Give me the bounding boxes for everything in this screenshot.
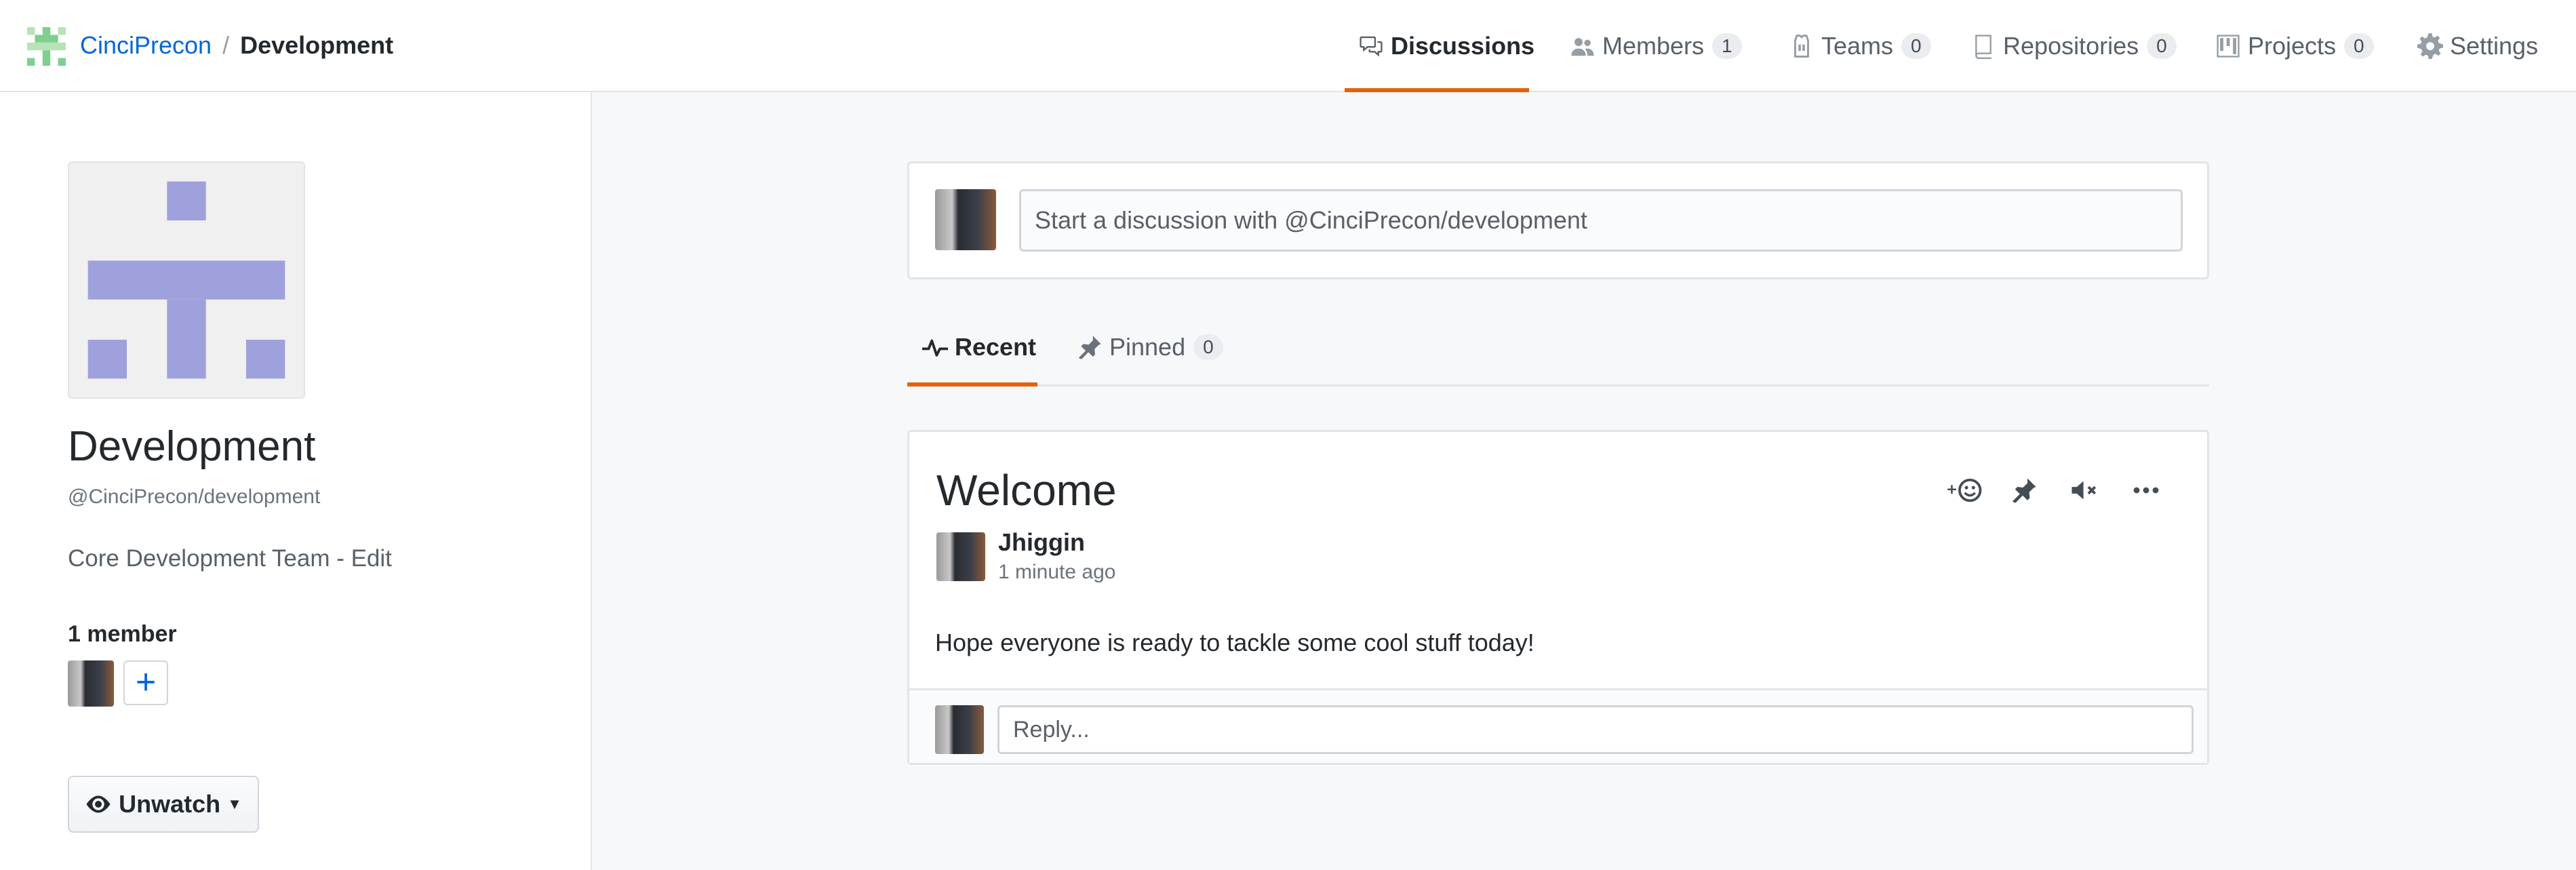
team-breadcrumb: Development [240,31,394,59]
gear-icon [2417,33,2443,59]
discussions-main: Start a discussion with @CinciPrecon/dev… [592,92,2576,870]
caret-down-icon: ▼ [227,795,242,812]
breadcrumb: CinciPrecon / Development [80,30,393,61]
tab-settings-label: Settings [2450,32,2539,60]
teams-counter: 0 [1901,33,1931,59]
tab-settings[interactable]: Settings [2417,0,2538,92]
team-header: CinciPrecon / Development Discussions Memb… [0,0,2576,92]
pinned-counter: 0 [1193,334,1223,360]
tab-repositories-label: Repositories [2003,32,2139,60]
discussion-tabs: Recent Pinned 0 [907,308,2209,387]
member-avatar[interactable] [68,660,114,707]
reply-bar: Reply... [909,688,2207,763]
tab-projects[interactable]: Projects 0 [2215,0,2374,92]
pin-icon [1079,336,1101,359]
tab-discussions[interactable]: Discussions [1358,0,1534,92]
start-discussion-input[interactable]: Start a discussion with @CinciPrecon/dev… [1019,189,2183,252]
user-avatar [935,189,996,250]
discussion-post: Welcome Jhiggin 1 minute ago Hope everyo… [907,430,2209,765]
ellipsis-icon[interactable] [2127,471,2165,509]
pulse-icon [922,339,948,357]
people-icon [1571,38,1594,56]
new-discussion-composer: Start a discussion with @CinciPrecon/dev… [907,161,2209,279]
repositories-counter: 0 [2147,33,2177,59]
tab-pinned-label: Pinned [1109,333,1186,361]
repo-icon [1975,35,1992,59]
eye-icon [86,795,111,813]
tab-repositories[interactable]: Repositories 0 [1970,0,2177,92]
projects-counter: 0 [2344,33,2374,59]
breadcrumb-separator: / [222,31,230,59]
user-avatar [935,705,984,754]
tab-projects-label: Projects [2248,32,2337,60]
active-tab-indicator [907,382,1037,387]
team-name: Development [68,423,316,470]
tab-teams-label: Teams [1821,32,1894,60]
unwatch-label: Unwatch [119,790,221,818]
team-identicon-icon [68,161,305,399]
add-member-button[interactable]: + [123,660,168,705]
member-count[interactable]: 1 member [68,621,177,648]
post-body: Hope everyone is ready to tackle some co… [935,629,1534,656]
add-reaction-icon[interactable] [1944,471,1982,509]
pin-icon[interactable] [2005,471,2043,509]
tab-teams[interactable]: Teams 0 [1789,0,1931,92]
jersey-icon [1794,35,1809,58]
author-avatar[interactable] [936,532,985,581]
reply-input[interactable]: Reply... [997,705,2194,754]
tab-members-label: Members [1602,32,1705,60]
tab-recent-label: Recent [955,333,1037,361]
tab-pinned[interactable]: Pinned 0 [1077,308,1223,387]
post-timestamp[interactable]: 1 minute ago [998,561,1115,584]
project-icon [2217,35,2240,58]
author-name[interactable]: Jhiggin [998,528,1085,557]
post-title[interactable]: Welcome [936,464,1117,516]
comment-discussion-icon [1360,36,1383,57]
team-description: Core Development Team - Edit [68,545,392,572]
team-sidebar: Development @CinciPrecon/development Cor… [0,92,592,870]
tab-discussions-label: Discussions [1391,32,1535,60]
org-avatar-icon[interactable] [27,27,66,66]
tab-recent[interactable]: Recent [922,308,1036,387]
team-handle: @CinciPrecon/development [68,486,321,508]
members-counter: 1 [1712,33,1742,59]
post-actions [1921,470,2165,511]
org-link[interactable]: CinciPrecon [80,31,212,59]
mute-icon[interactable] [2066,471,2104,509]
tab-members[interactable]: Members 1 [1570,0,1742,92]
unwatch-button[interactable]: Unwatch ▼ [68,776,259,833]
